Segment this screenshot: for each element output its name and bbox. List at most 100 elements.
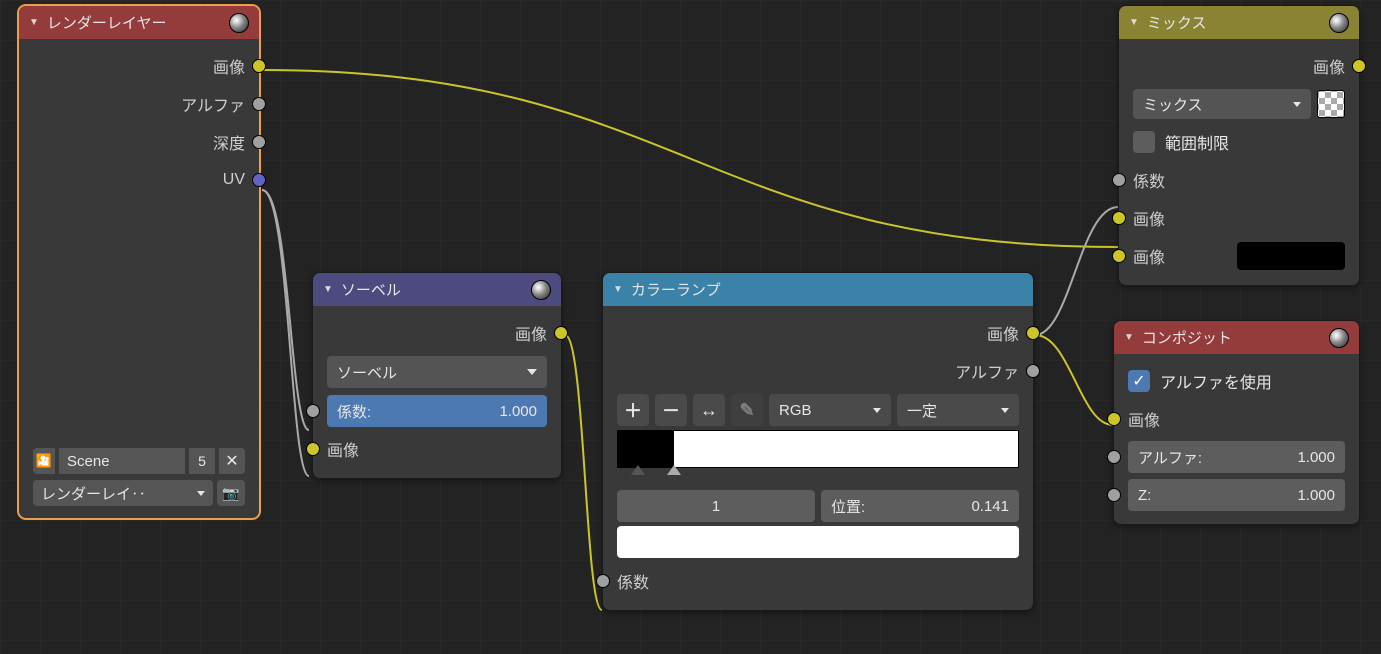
collapse-triangle-icon[interactable]: ▼: [29, 17, 39, 28]
node-header[interactable]: ▼ ソーベル: [313, 273, 561, 306]
z-field[interactable]: Z: 1.000: [1128, 479, 1345, 511]
input-row-image1: 画像: [1119, 199, 1359, 237]
select-value: ミックス: [1143, 94, 1203, 115]
stop-fields-row: 1 位置: 0.141: [617, 490, 1019, 522]
output-socket-image[interactable]: [252, 59, 266, 73]
use-alpha-checkbox[interactable]: ✓: [1128, 370, 1150, 392]
flip-ramp-button[interactable]: ↔: [693, 394, 725, 426]
node-title: ミックス: [1147, 12, 1321, 33]
image2-color-swatch[interactable]: [1237, 242, 1345, 270]
output-row-alpha: アルファ: [19, 85, 259, 123]
checkbox-label: 範囲制限: [1165, 130, 1229, 154]
field-value: 1: [712, 498, 720, 515]
input-row-image: 画像: [313, 430, 561, 468]
add-stop-button[interactable]: ＋: [617, 394, 649, 426]
render-layer-select[interactable]: レンダーレイ‥: [33, 480, 213, 506]
output-row-image: 画像: [19, 47, 259, 85]
clamp-checkbox[interactable]: [1133, 131, 1155, 153]
ramp-stop-0[interactable]: [631, 465, 645, 479]
render-layers-node[interactable]: ▼ レンダーレイヤー 画像 アルファ 深度 UV 🎦 Scene 5 ✕ レンダ…: [18, 5, 260, 519]
field-label: 係数:: [337, 401, 371, 422]
output-socket-uv[interactable]: [252, 173, 266, 187]
check-icon: ✓: [1132, 371, 1145, 391]
input-row-fac: 係数: 1.000: [313, 392, 561, 430]
input-socket-image[interactable]: [1107, 412, 1121, 426]
composite-node[interactable]: ▼ コンポジット ✓ アルファを使用 画像 アルファ: 1.000 Z: 1.0…: [1113, 320, 1360, 525]
input-row-fac: 係数: [1119, 161, 1359, 199]
node-header[interactable]: ▼ カラーランプ: [603, 273, 1033, 306]
input-socket-z[interactable]: [1107, 488, 1121, 502]
colorspace-select[interactable]: RGB: [769, 394, 891, 426]
color-ramp-gradient[interactable]: [617, 430, 1019, 468]
preview-sphere-icon: [531, 280, 551, 300]
scene-browse-icon[interactable]: 🎦: [33, 448, 55, 474]
output-socket-image[interactable]: [554, 326, 568, 340]
node-editor-canvas[interactable]: ▼ レンダーレイヤー 画像 アルファ 深度 UV 🎦 Scene 5 ✕ レンダ…: [0, 0, 1381, 654]
scene-users-count[interactable]: 5: [189, 448, 215, 474]
stop-index-field[interactable]: 1: [617, 490, 815, 522]
input-socket-fac[interactable]: [306, 404, 320, 418]
ramp-dark-region: [618, 431, 674, 467]
interpolation-select[interactable]: 一定: [897, 394, 1019, 426]
field-value: 1.000: [1297, 487, 1335, 504]
node-header[interactable]: ▼ レンダーレイヤー: [19, 6, 259, 39]
color-ramp-node[interactable]: ▼ カラーランプ 画像 アルファ ＋ － ↔ ✎ RGB 一定 1 位置: [602, 272, 1034, 611]
alpha-field[interactable]: アルファ: 1.000: [1128, 441, 1345, 473]
output-socket-alpha[interactable]: [1026, 364, 1040, 378]
select-value: ソーベル: [337, 362, 397, 383]
socket-label: 画像: [327, 437, 359, 461]
output-socket-depth[interactable]: [252, 135, 266, 149]
input-socket-fac[interactable]: [1112, 173, 1126, 187]
input-socket-image2[interactable]: [1112, 249, 1126, 263]
sobel-filter-node[interactable]: ▼ ソーベル 画像 ソーベル 係数: 1.000 画像: [312, 272, 562, 479]
blend-mode-select[interactable]: ミックス: [1133, 89, 1311, 119]
select-value: RGB: [779, 402, 812, 419]
socket-label: UV: [223, 171, 245, 189]
select-value: レンダーレイ‥: [41, 483, 146, 504]
collapse-triangle-icon[interactable]: ▼: [613, 284, 623, 295]
scene-name-field[interactable]: Scene: [59, 448, 185, 474]
node-header[interactable]: ▼ ミックス: [1119, 6, 1359, 39]
input-row-image: 画像: [1114, 400, 1359, 438]
output-socket-image[interactable]: [1352, 59, 1366, 73]
scene-clear-button[interactable]: ✕: [219, 448, 245, 474]
output-socket-image[interactable]: [1026, 326, 1040, 340]
input-socket-fac[interactable]: [596, 574, 610, 588]
input-row-alpha: アルファ: 1.000: [1114, 438, 1359, 476]
input-socket-image[interactable]: [306, 442, 320, 456]
output-socket-alpha[interactable]: [252, 97, 266, 111]
output-row-uv: UV: [19, 161, 259, 199]
filter-type-select[interactable]: ソーベル: [327, 356, 547, 388]
collapse-triangle-icon[interactable]: ▼: [323, 284, 333, 295]
node-title: コンポジット: [1142, 327, 1321, 348]
ramp-stop-1[interactable]: [667, 465, 681, 479]
preview-sphere-icon: [1329, 328, 1349, 348]
ramp-toolbar: ＋ － ↔ ✎ RGB 一定: [617, 394, 1019, 426]
layer-selector-row: レンダーレイ‥ 📷: [33, 480, 245, 506]
stop-color-swatch[interactable]: [617, 526, 1019, 558]
preview-sphere-icon: [229, 13, 249, 33]
stop-position-field[interactable]: 位置: 0.141: [821, 490, 1019, 522]
socket-label: アルファ: [955, 359, 1019, 383]
clamp-row: 範囲制限: [1119, 123, 1359, 161]
collapse-triangle-icon[interactable]: ▼: [1129, 17, 1139, 28]
socket-label: 係数: [617, 569, 649, 593]
node-header[interactable]: ▼ コンポジット: [1114, 321, 1359, 354]
input-row-z: Z: 1.000: [1114, 476, 1359, 514]
input-socket-alpha[interactable]: [1107, 450, 1121, 464]
eyedropper-button[interactable]: ✎: [731, 394, 763, 426]
remove-stop-button[interactable]: －: [655, 394, 687, 426]
color-picker-icon[interactable]: [1317, 90, 1345, 118]
use-alpha-row: ✓ アルファを使用: [1114, 362, 1359, 400]
checkbox-label: アルファを使用: [1160, 369, 1272, 393]
socket-label: 画像: [213, 54, 245, 78]
collapse-triangle-icon[interactable]: ▼: [1124, 332, 1134, 343]
input-row-fac: 係数: [603, 562, 1033, 600]
render-snapshot-button[interactable]: 📷: [217, 480, 245, 506]
input-socket-image1[interactable]: [1112, 211, 1126, 225]
blend-mode-row: ミックス: [1133, 89, 1345, 119]
socket-label: 係数: [1133, 168, 1165, 192]
field-value[interactable]: 1.000: [499, 403, 537, 420]
socket-label: アルファ: [181, 92, 245, 116]
mix-node[interactable]: ▼ ミックス 画像 ミックス 範囲制限 係数 画像 画像: [1118, 5, 1360, 286]
